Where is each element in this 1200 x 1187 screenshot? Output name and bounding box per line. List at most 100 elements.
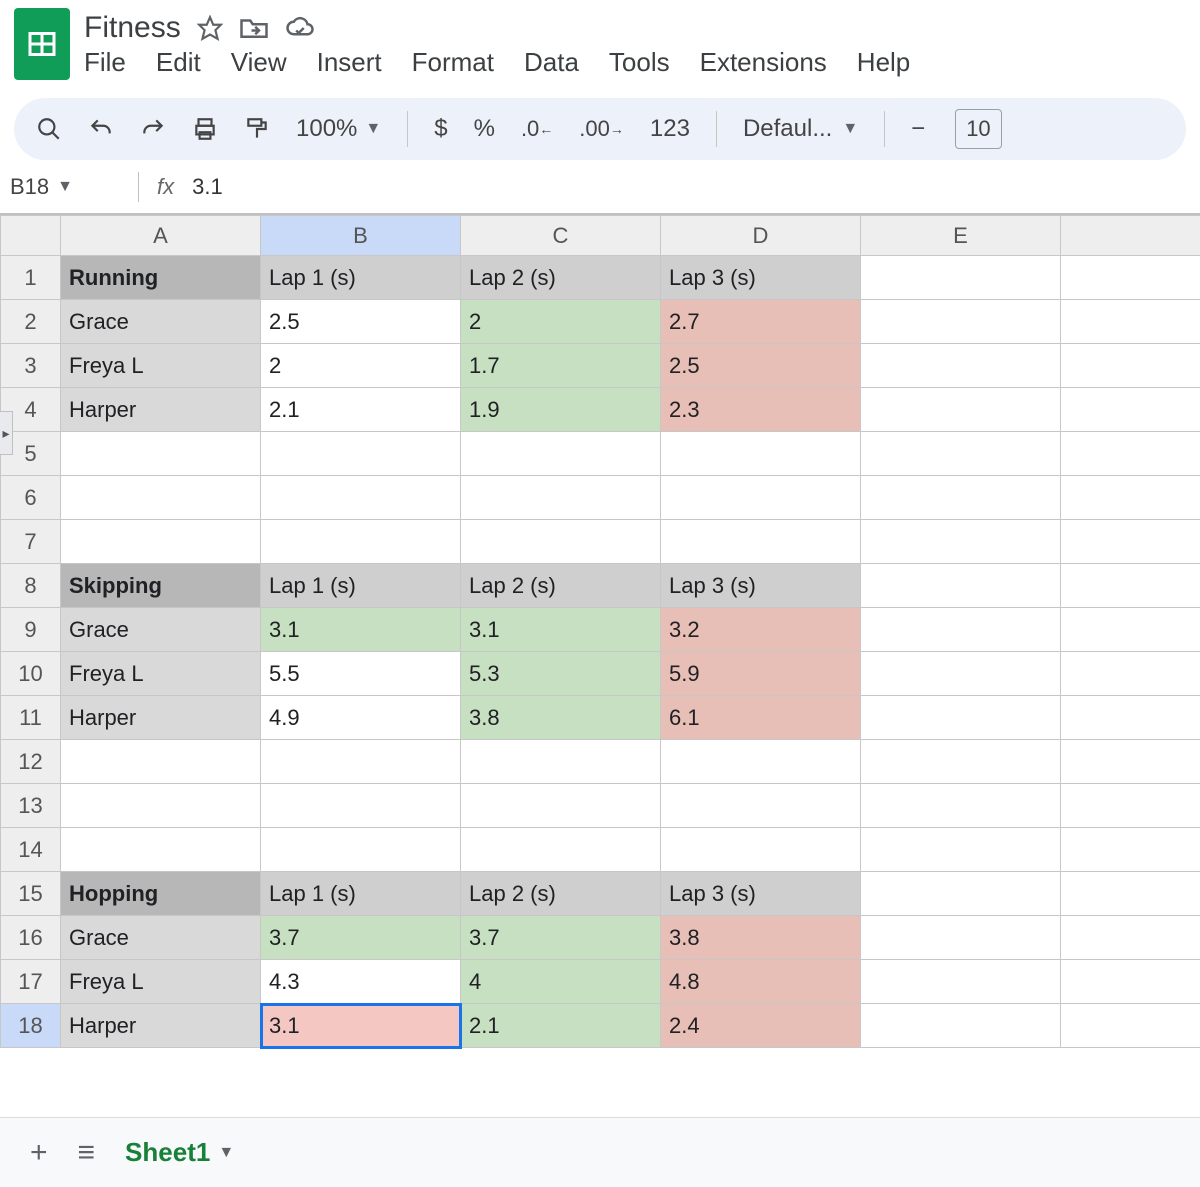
add-sheet-icon[interactable]: + bbox=[30, 1138, 48, 1168]
row-header[interactable]: 13 bbox=[1, 784, 61, 828]
cell[interactable]: Lap 1 (s) bbox=[261, 872, 461, 916]
row-header[interactable]: 1 bbox=[1, 256, 61, 300]
cell[interactable]: 1.9 bbox=[461, 388, 661, 432]
row-group-toggle-icon[interactable]: ▸ bbox=[0, 411, 13, 455]
cell[interactable] bbox=[661, 784, 861, 828]
row-header[interactable]: 14 bbox=[1, 828, 61, 872]
cell[interactable] bbox=[1061, 432, 1200, 476]
cell[interactable] bbox=[461, 828, 661, 872]
cell[interactable] bbox=[461, 784, 661, 828]
document-title[interactable]: Fitness bbox=[84, 11, 181, 45]
cell[interactable]: 5.3 bbox=[461, 652, 661, 696]
col-header-A[interactable]: A bbox=[61, 216, 261, 256]
cell[interactable] bbox=[861, 564, 1061, 608]
cell[interactable]: Lap 2 (s) bbox=[461, 256, 661, 300]
redo-icon[interactable] bbox=[140, 116, 166, 142]
col-header-blank[interactable] bbox=[1061, 216, 1200, 256]
cell[interactable]: Freya L bbox=[61, 344, 261, 388]
row-header[interactable]: 7 bbox=[1, 520, 61, 564]
cell[interactable] bbox=[1061, 784, 1200, 828]
cell[interactable]: Grace bbox=[61, 608, 261, 652]
decrease-decimal-icon[interactable]: .0← bbox=[521, 116, 553, 142]
spreadsheet-grid[interactable]: ▸ A B C D E 1 Running Lap 1 (s) Lap 2 (s… bbox=[0, 214, 1200, 1074]
cell[interactable] bbox=[861, 388, 1061, 432]
cell[interactable]: 5.9 bbox=[661, 652, 861, 696]
all-sheets-icon[interactable]: ≡ bbox=[78, 1138, 96, 1168]
zoom-level[interactable]: 100% bbox=[296, 115, 357, 143]
cell[interactable]: 6.1 bbox=[661, 696, 861, 740]
cell[interactable] bbox=[861, 300, 1061, 344]
col-header-B[interactable]: B bbox=[261, 216, 461, 256]
row-header[interactable]: 11 bbox=[1, 696, 61, 740]
cell[interactable]: 1.7 bbox=[461, 344, 661, 388]
select-all-corner[interactable] bbox=[1, 216, 61, 256]
cell[interactable]: Lap 2 (s) bbox=[461, 564, 661, 608]
row-header[interactable]: 3 bbox=[1, 344, 61, 388]
font-size-input[interactable]: 10 bbox=[955, 109, 1001, 149]
search-icon[interactable] bbox=[36, 116, 62, 142]
cell[interactable] bbox=[861, 608, 1061, 652]
cell[interactable] bbox=[861, 828, 1061, 872]
cell[interactable] bbox=[461, 476, 661, 520]
cell[interactable]: Lap 3 (s) bbox=[661, 564, 861, 608]
active-cell[interactable]: 3.1 bbox=[261, 1004, 461, 1048]
menu-edit[interactable]: Edit bbox=[156, 47, 201, 78]
menu-extensions[interactable]: Extensions bbox=[700, 47, 827, 78]
cell[interactable] bbox=[61, 520, 261, 564]
cell[interactable]: Hopping bbox=[61, 872, 261, 916]
cell[interactable] bbox=[461, 432, 661, 476]
name-box[interactable]: B18 bbox=[10, 174, 49, 200]
cell[interactable]: Skipping bbox=[61, 564, 261, 608]
cell[interactable] bbox=[661, 740, 861, 784]
font-name[interactable]: Defaul... bbox=[743, 115, 832, 143]
cell[interactable]: Lap 2 (s) bbox=[461, 872, 661, 916]
cell[interactable] bbox=[1061, 476, 1200, 520]
chevron-down-icon[interactable]: ▼ bbox=[842, 120, 858, 138]
cell[interactable]: 2.5 bbox=[261, 300, 461, 344]
row-header[interactable]: 2 bbox=[1, 300, 61, 344]
cell[interactable] bbox=[1061, 344, 1200, 388]
col-header-D[interactable]: D bbox=[661, 216, 861, 256]
cell[interactable]: 3.8 bbox=[661, 916, 861, 960]
chevron-down-icon[interactable]: ▼ bbox=[365, 120, 381, 138]
menu-insert[interactable]: Insert bbox=[317, 47, 382, 78]
menu-file[interactable]: File bbox=[84, 47, 126, 78]
row-header[interactable]: 6 bbox=[1, 476, 61, 520]
cell[interactable]: Freya L bbox=[61, 960, 261, 1004]
cell[interactable]: 4.3 bbox=[261, 960, 461, 1004]
cell[interactable] bbox=[261, 828, 461, 872]
row-header[interactable]: 9 bbox=[1, 608, 61, 652]
menu-data[interactable]: Data bbox=[524, 47, 579, 78]
sheet-tab-active[interactable]: Sheet1 ▼ bbox=[125, 1137, 234, 1168]
cell[interactable] bbox=[661, 476, 861, 520]
cell[interactable] bbox=[261, 476, 461, 520]
increase-decimal-icon[interactable]: .00→ bbox=[579, 116, 624, 142]
cell[interactable]: 5.5 bbox=[261, 652, 461, 696]
cell[interactable] bbox=[61, 740, 261, 784]
cell[interactable]: 3.8 bbox=[461, 696, 661, 740]
cell[interactable] bbox=[1061, 608, 1200, 652]
cell[interactable] bbox=[861, 344, 1061, 388]
cell[interactable]: 4.9 bbox=[261, 696, 461, 740]
menu-format[interactable]: Format bbox=[412, 47, 494, 78]
cell[interactable]: 2 bbox=[261, 344, 461, 388]
cloud-saved-icon[interactable] bbox=[285, 15, 315, 41]
cell[interactable]: 2.1 bbox=[461, 1004, 661, 1048]
cell[interactable]: Running bbox=[61, 256, 261, 300]
cell[interactable]: 2.7 bbox=[661, 300, 861, 344]
cell[interactable] bbox=[1061, 696, 1200, 740]
cell[interactable]: 3.1 bbox=[461, 608, 661, 652]
cell[interactable]: 2.4 bbox=[661, 1004, 861, 1048]
cell[interactable]: 2 bbox=[461, 300, 661, 344]
cell[interactable] bbox=[261, 432, 461, 476]
row-header[interactable]: 12 bbox=[1, 740, 61, 784]
cell[interactable]: 4.8 bbox=[661, 960, 861, 1004]
cell[interactable] bbox=[1061, 960, 1200, 1004]
cell[interactable]: 2.1 bbox=[261, 388, 461, 432]
cell[interactable]: Harper bbox=[61, 1004, 261, 1048]
cell[interactable]: 3.7 bbox=[461, 916, 661, 960]
cell[interactable] bbox=[861, 432, 1061, 476]
cell[interactable]: 4 bbox=[461, 960, 661, 1004]
cell[interactable]: Grace bbox=[61, 300, 261, 344]
number-format-icon[interactable]: 123 bbox=[650, 115, 690, 143]
